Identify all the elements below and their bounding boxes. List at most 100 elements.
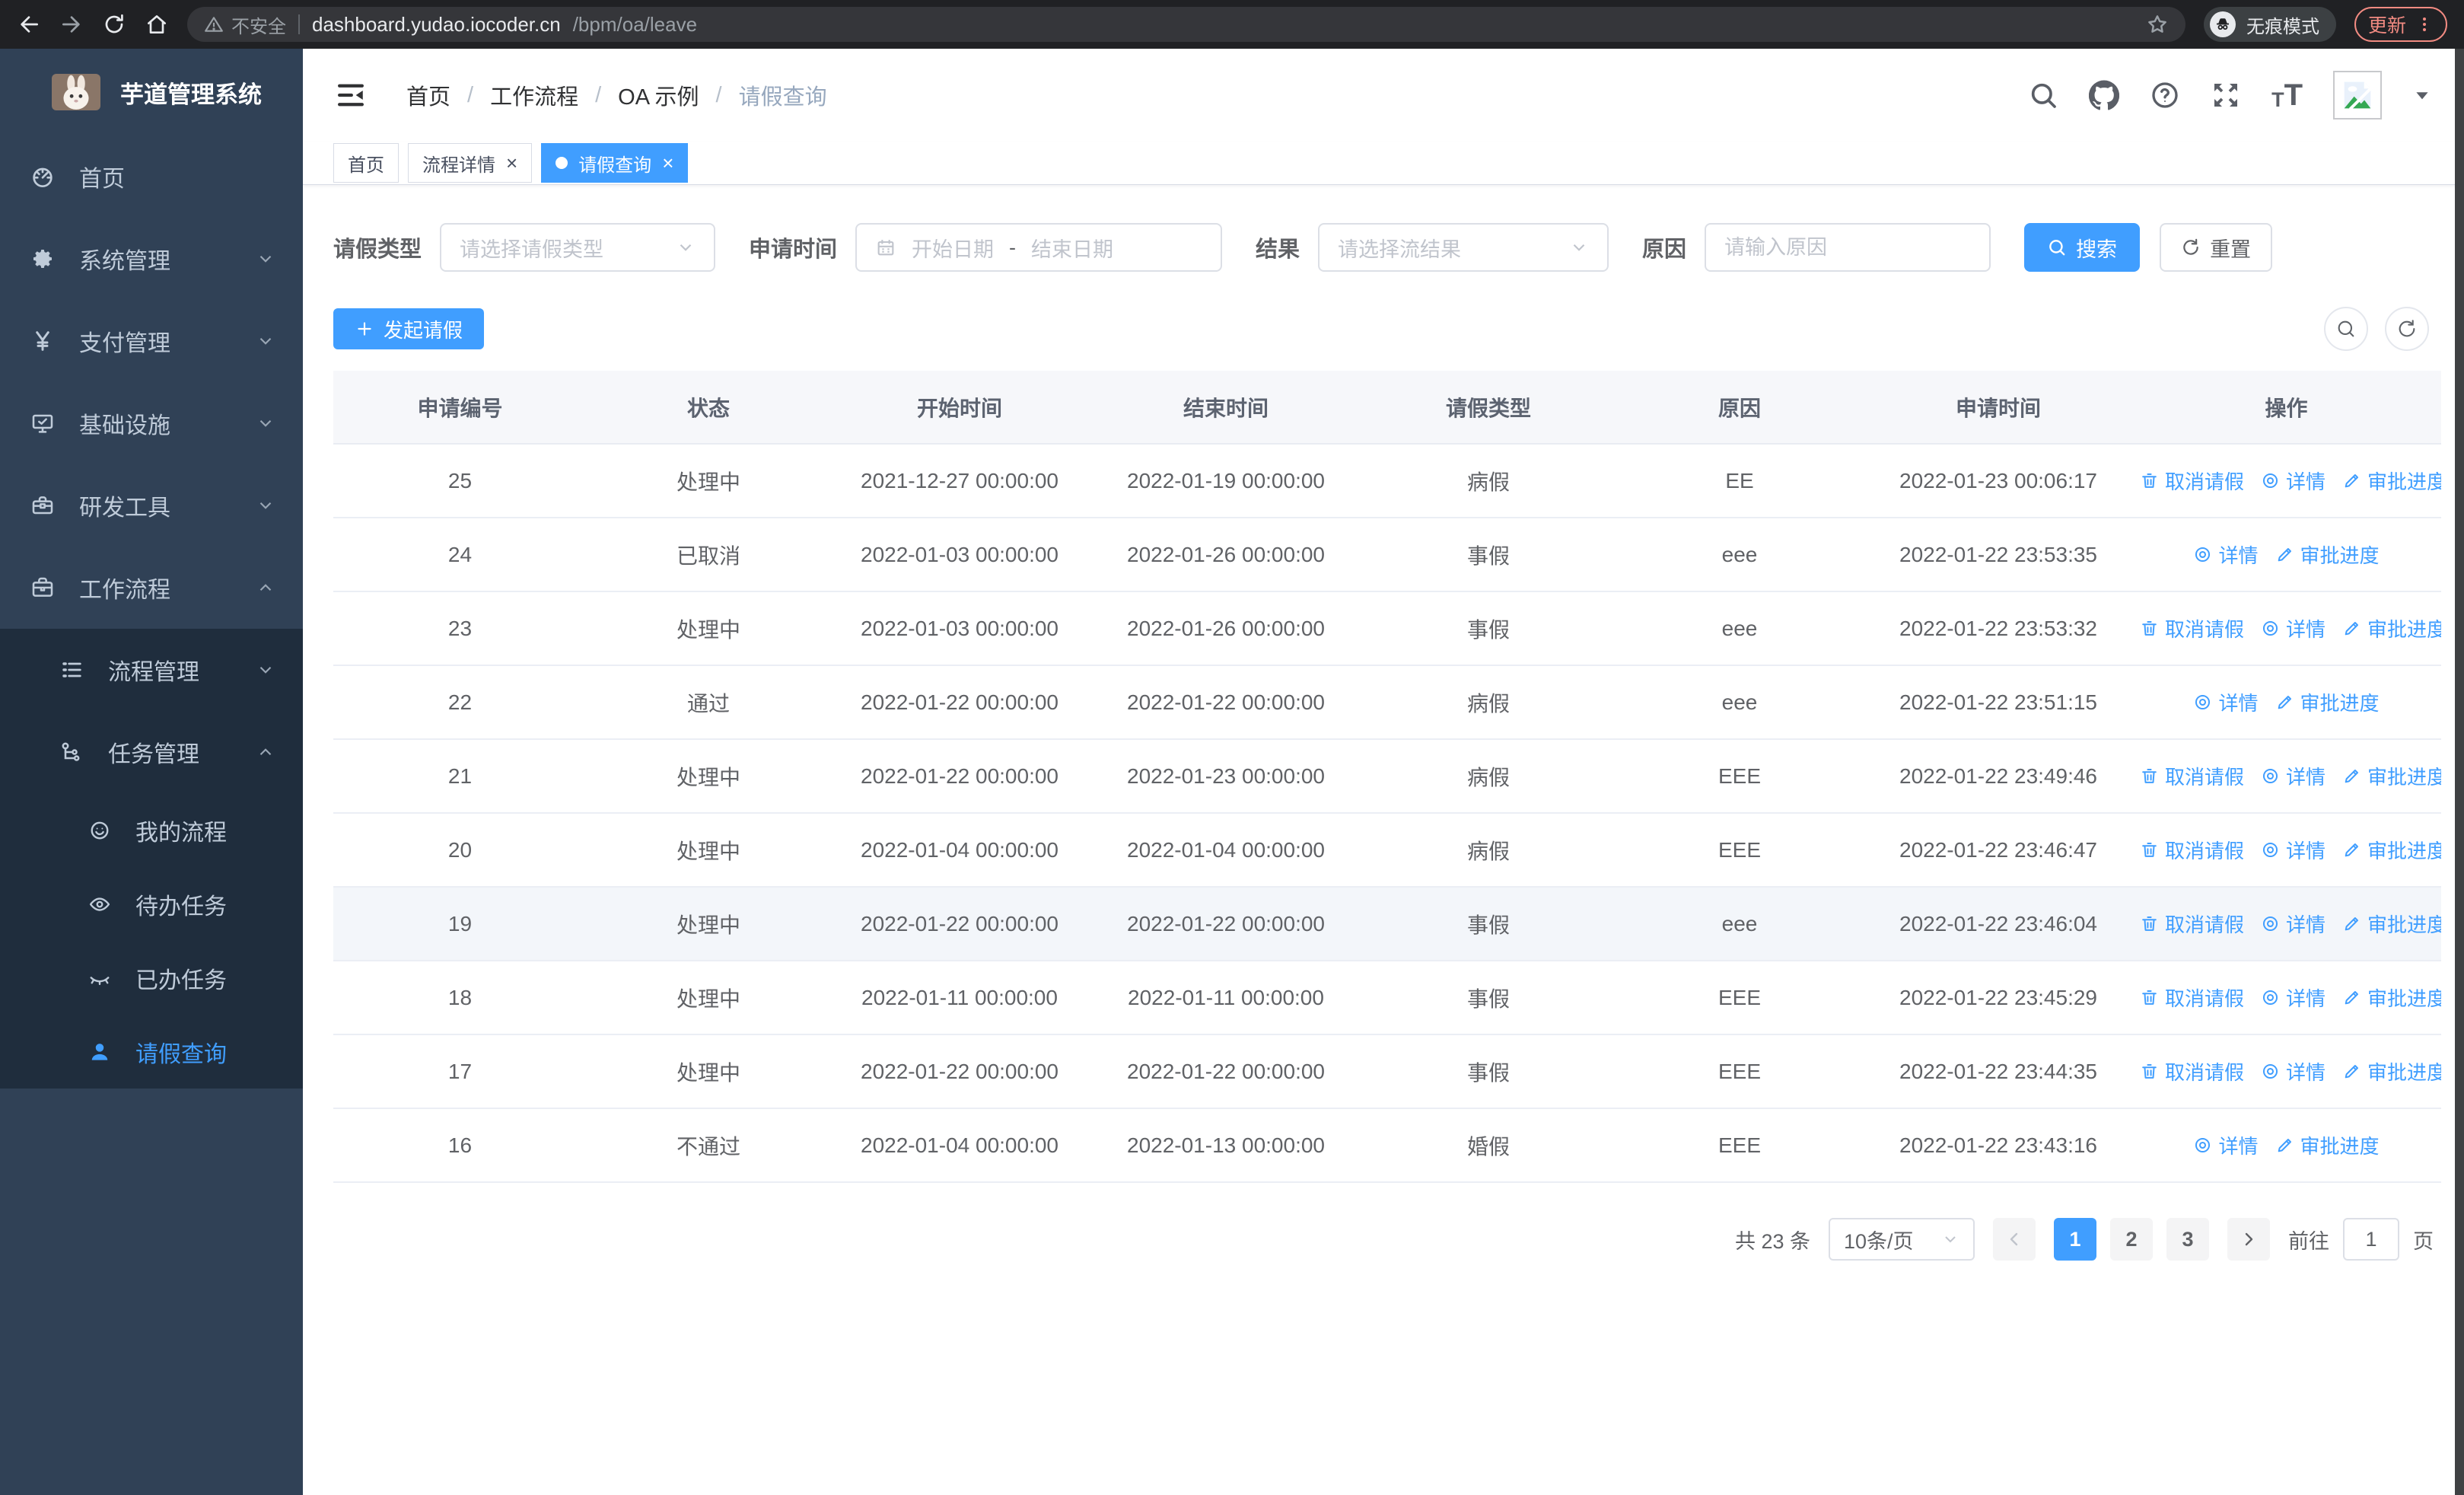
result-select[interactable]: 请选择流结果 (1318, 223, 1609, 272)
breadcrumb-item[interactable]: OA 示例 (618, 79, 699, 111)
page-scrollbar[interactable] (2455, 49, 2464, 1495)
sidebar-item[interactable]: 研发工具 (0, 464, 303, 547)
toggle-search-button[interactable] (2324, 307, 2368, 351)
progress-action-link[interactable]: 审批进度 (2275, 540, 2380, 569)
trash-icon (2140, 619, 2159, 638)
sidebar-item[interactable]: 系统管理 (0, 218, 303, 300)
bookmark-star-icon[interactable] (2146, 13, 2169, 36)
detail-action-link[interactable]: 详情 (2261, 467, 2326, 495)
cell-start: 2022-01-11 00:00:00 (830, 961, 1089, 1035)
close-icon[interactable]: × (662, 153, 673, 173)
cell-status: 已取消 (587, 518, 830, 592)
cell-apply: 2022-01-22 23:49:46 (1865, 739, 2131, 814)
chevron-down-icon (256, 331, 275, 351)
page-button[interactable]: 1 (2054, 1218, 2096, 1261)
create-leave-button[interactable]: 发起请假 (333, 308, 485, 349)
sidebar-collapse-icon[interactable] (335, 79, 367, 111)
cancel-action-link[interactable]: 取消请假 (2140, 836, 2244, 864)
sidebar-item[interactable]: 任务管理 (0, 711, 303, 793)
sidebar-item[interactable]: 请假查询 (0, 1015, 303, 1089)
detail-action-link[interactable]: 详情 (2261, 836, 2326, 864)
leave-type-select[interactable]: 请选择请假类型 (440, 223, 716, 272)
tab-1[interactable]: 首页 (333, 143, 399, 183)
detail-action-link[interactable]: 详情 (2261, 762, 2326, 790)
cancel-action-link[interactable]: 取消请假 (2140, 762, 2244, 790)
sidebar-item[interactable]: 流程管理 (0, 629, 303, 711)
sidebar-item[interactable]: 支付管理 (0, 300, 303, 382)
cell-status: 处理中 (587, 739, 830, 814)
table-row: 20 处理中 2022-01-04 00:00:00 2022-01-04 00:00… (333, 813, 2441, 888)
apply-time-range-picker[interactable]: 开始日期 - 结束日期 (855, 223, 1223, 272)
progress-action-link[interactable]: 审批进度 (2342, 836, 2441, 864)
cell-id: 21 (333, 739, 587, 814)
trash-icon (2140, 767, 2159, 786)
back-icon[interactable] (17, 12, 41, 37)
search-button[interactable]: 搜索 (2024, 223, 2141, 272)
search-icon[interactable] (2028, 80, 2058, 110)
tab-3[interactable]: 请假查询 × (541, 143, 689, 183)
prev-page-button[interactable] (1993, 1218, 2036, 1261)
sidebar-item[interactable]: 待办任务 (0, 867, 303, 941)
font-size-icon[interactable]: TT (2271, 80, 2303, 110)
security-status[interactable]: 不安全 (204, 11, 286, 38)
jump-page-input[interactable] (2343, 1218, 2399, 1261)
detail-action-link[interactable]: 详情 (2261, 910, 2326, 938)
progress-action-link[interactable]: 审批进度 (2342, 910, 2441, 938)
sidebar-item-label: 首页 (79, 167, 125, 192)
reason-input[interactable] (1709, 235, 1987, 260)
sidebar-item[interactable]: 工作流程 (0, 547, 303, 629)
breadcrumb-item[interactable]: 首页 (406, 79, 450, 111)
url-host: dashboard.yudao.iocoder.cn (312, 12, 561, 36)
address-bar[interactable]: 不安全 dashboard.yudao.iocoder.cn/bpm/oa/le… (187, 7, 2185, 42)
detail-action-link[interactable]: 详情 (2193, 540, 2259, 569)
breadcrumb-item[interactable]: 工作流程 (490, 79, 578, 111)
detail-action-link[interactable]: 详情 (2261, 1057, 2326, 1085)
caret-down-icon[interactable] (2412, 85, 2432, 105)
sidebar-item[interactable]: 我的流程 (0, 793, 303, 867)
cancel-action-link[interactable]: 取消请假 (2140, 910, 2244, 938)
reset-button[interactable]: 重置 (2160, 223, 2273, 272)
progress-action-link[interactable]: 审批进度 (2342, 762, 2441, 790)
cancel-action-link[interactable]: 取消请假 (2140, 467, 2244, 495)
app-logo-row[interactable]: 芋道管理系统 (0, 49, 303, 135)
table-row: 22 通过 2022-01-22 00:00:00 2022-01-22 00:00:… (333, 665, 2441, 740)
refresh-table-button[interactable] (2385, 307, 2429, 351)
progress-action-link[interactable]: 审批进度 (2275, 688, 2380, 716)
page-button[interactable]: 2 (2110, 1218, 2153, 1261)
progress-action-link[interactable]: 审批进度 (2342, 1057, 2441, 1085)
cell-start: 2022-01-22 00:00:00 (830, 1034, 1089, 1109)
detail-action-link[interactable]: 详情 (2261, 983, 2326, 1012)
page-button[interactable]: 3 (2166, 1218, 2209, 1261)
detail-action-link[interactable]: 详情 (2193, 688, 2259, 716)
fullscreen-icon[interactable] (2211, 80, 2241, 110)
next-page-button[interactable] (2227, 1218, 2270, 1261)
progress-action-link[interactable]: 审批进度 (2342, 614, 2441, 642)
page-size-select[interactable]: 10条/页 (1829, 1218, 1975, 1261)
reload-icon[interactable] (102, 12, 126, 37)
home-icon[interactable] (145, 12, 169, 37)
tab-2[interactable]: 流程详情 × (408, 143, 533, 183)
github-icon[interactable] (2089, 80, 2120, 110)
cell-reason: eee (1614, 665, 1865, 740)
avatar[interactable] (2333, 71, 2382, 120)
column-header: 操作 (2131, 371, 2441, 445)
sidebar-item[interactable]: 首页 (0, 135, 303, 218)
sidebar-item[interactable]: 基础设施 (0, 382, 303, 464)
detail-action-link[interactable]: 详情 (2261, 614, 2326, 642)
progress-action-link[interactable]: 审批进度 (2342, 467, 2441, 495)
update-button[interactable]: 更新 (2354, 7, 2447, 42)
detail-action-link[interactable]: 详情 (2193, 1131, 2259, 1159)
chevron-up-icon (256, 578, 275, 598)
menu-dots-icon[interactable] (2415, 15, 2434, 33)
close-icon[interactable]: × (506, 153, 517, 173)
forward-icon[interactable] (59, 12, 84, 37)
cancel-action-link[interactable]: 取消请假 (2140, 983, 2244, 1012)
progress-action-link[interactable]: 审批进度 (2275, 1131, 2380, 1159)
progress-action-link[interactable]: 审批进度 (2342, 983, 2441, 1012)
cancel-action-link[interactable]: 取消请假 (2140, 1057, 2244, 1085)
column-header: 申请编号 (333, 371, 587, 445)
toolbox-icon (30, 493, 55, 518)
cancel-action-link[interactable]: 取消请假 (2140, 614, 2244, 642)
sidebar-item[interactable]: 已办任务 (0, 941, 303, 1015)
help-icon[interactable] (2150, 80, 2180, 110)
